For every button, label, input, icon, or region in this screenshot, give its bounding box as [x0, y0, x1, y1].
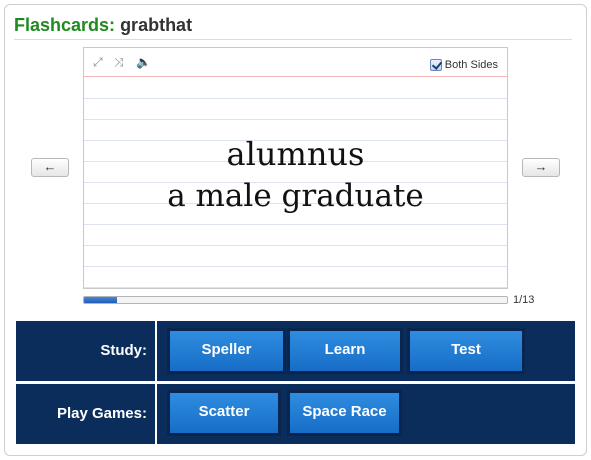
flashcards-label: Flashcards:	[14, 15, 116, 35]
games-label: Play Games:	[16, 384, 157, 444]
speller-button[interactable]: Speller	[167, 328, 286, 374]
next-card-button[interactable]: →	[522, 158, 560, 177]
study-row: Study: Speller Learn Test	[16, 321, 575, 381]
set-name: grabthat	[120, 15, 193, 35]
progress-bar	[83, 296, 508, 304]
space-race-button[interactable]: Space Race	[287, 390, 402, 436]
page-title: Flashcards: grabthat	[14, 14, 572, 40]
progress-fill	[84, 297, 117, 303]
games-row: Play Games: Scatter Space Race	[16, 384, 575, 444]
learn-button[interactable]: Learn	[287, 328, 403, 374]
flashcard[interactable]: ⤢ ⤨ 🔈 Both Sides alumnus a male graduate	[83, 47, 508, 289]
both-sides-label: Both Sides	[444, 59, 498, 71]
sound-icon[interactable]: 🔈	[136, 55, 151, 69]
both-sides-checkbox[interactable]	[429, 59, 442, 71]
card-content: alumnus a male graduate	[84, 133, 507, 217]
expand-icon[interactable]: ⤢	[93, 55, 103, 69]
both-sides-toggle[interactable]: Both Sides	[429, 58, 498, 72]
progress-count: 1/13	[513, 294, 535, 306]
test-button[interactable]: Test	[407, 328, 525, 374]
card-definition: a male graduate	[167, 178, 424, 214]
previous-card-button[interactable]: ←	[31, 158, 69, 177]
scatter-button[interactable]: Scatter	[167, 390, 281, 436]
card-term: alumnus	[226, 135, 365, 173]
card-toolbar: ⤢ ⤨ 🔈 Both Sides	[84, 48, 507, 77]
shuffle-icon[interactable]: ⤨	[114, 55, 124, 69]
study-label: Study:	[16, 321, 157, 381]
